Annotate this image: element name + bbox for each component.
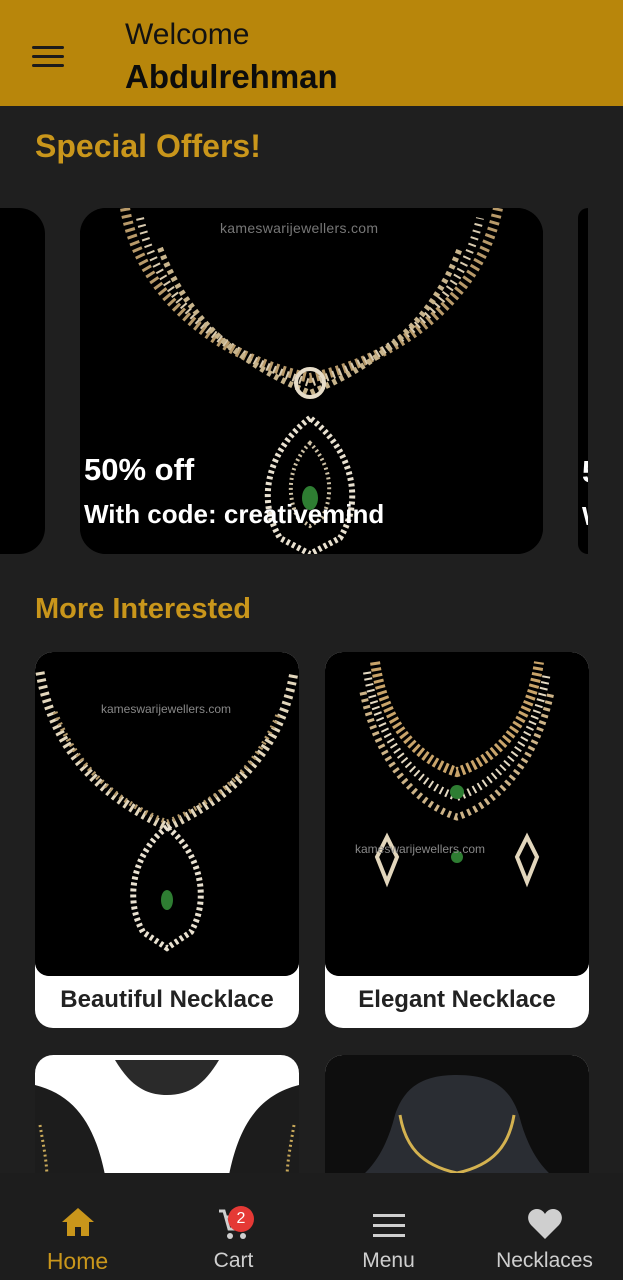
next-offer-title: 5 <box>582 454 588 490</box>
product-card[interactable]: kameswarijewellers.com Beautiful Necklac… <box>35 652 299 1028</box>
home-icon <box>61 1208 94 1236</box>
heart-icon <box>527 1209 562 1239</box>
carousel-watermark: kameswarijewellers.com <box>220 220 379 236</box>
username-text: Abdulrehman <box>125 58 338 95</box>
nav-label-cart: Cart <box>213 1249 254 1272</box>
hamburger-menu-icon[interactable] <box>28 40 68 74</box>
nav-item-menu[interactable]: Menu <box>311 1173 466 1280</box>
offers-carousel[interactable]: kameswarijewellers.com 50% off With code… <box>0 208 623 554</box>
product-card[interactable]: kameswarijewellers.com Elegant Necklace <box>325 652 589 1028</box>
bottom-navigation: Home 2 Cart Menu Necklaces <box>0 1173 623 1280</box>
nav-item-cart[interactable]: 2 Cart <box>156 1173 311 1280</box>
product-name: Elegant Necklace <box>358 986 556 1013</box>
special-offers-heading: Special Offers! <box>35 128 261 164</box>
product-watermark: kameswarijewellers.com <box>101 702 232 716</box>
menu-icon <box>372 1214 405 1237</box>
more-interested-heading: More Interested <box>35 593 251 625</box>
offer-slide-next[interactable]: 5 W <box>578 208 588 554</box>
app-root: Welcome Abdulrehman Special Offers! kame… <box>0 0 623 1280</box>
offer-slide[interactable]: kameswarijewellers.com 50% off With code… <box>80 208 543 554</box>
nav-item-necklaces[interactable]: Necklaces <box>467 1173 622 1280</box>
welcome-text: Welcome <box>125 18 250 51</box>
app-bar: Welcome Abdulrehman <box>0 0 623 106</box>
nav-label-home: Home <box>46 1248 109 1274</box>
nav-item-home[interactable]: Home <box>0 1173 155 1280</box>
product-watermark: kameswarijewellers.com <box>355 842 486 856</box>
offer-title: 50% off <box>84 452 195 487</box>
offer-slide-previous[interactable] <box>0 208 45 554</box>
next-offer-code-text: W <box>582 501 588 532</box>
nav-label-menu: Menu <box>362 1249 415 1272</box>
product-image: kameswarijewellers.com <box>35 652 299 976</box>
product-name: Beautiful Necklace <box>60 986 274 1013</box>
nav-label-necklaces: Necklaces <box>496 1249 593 1272</box>
cart-count-badge: 2 <box>228 1206 254 1232</box>
offer-code-text: With code: creativemind <box>84 499 385 529</box>
product-image: kameswarijewellers.com <box>325 652 589 976</box>
